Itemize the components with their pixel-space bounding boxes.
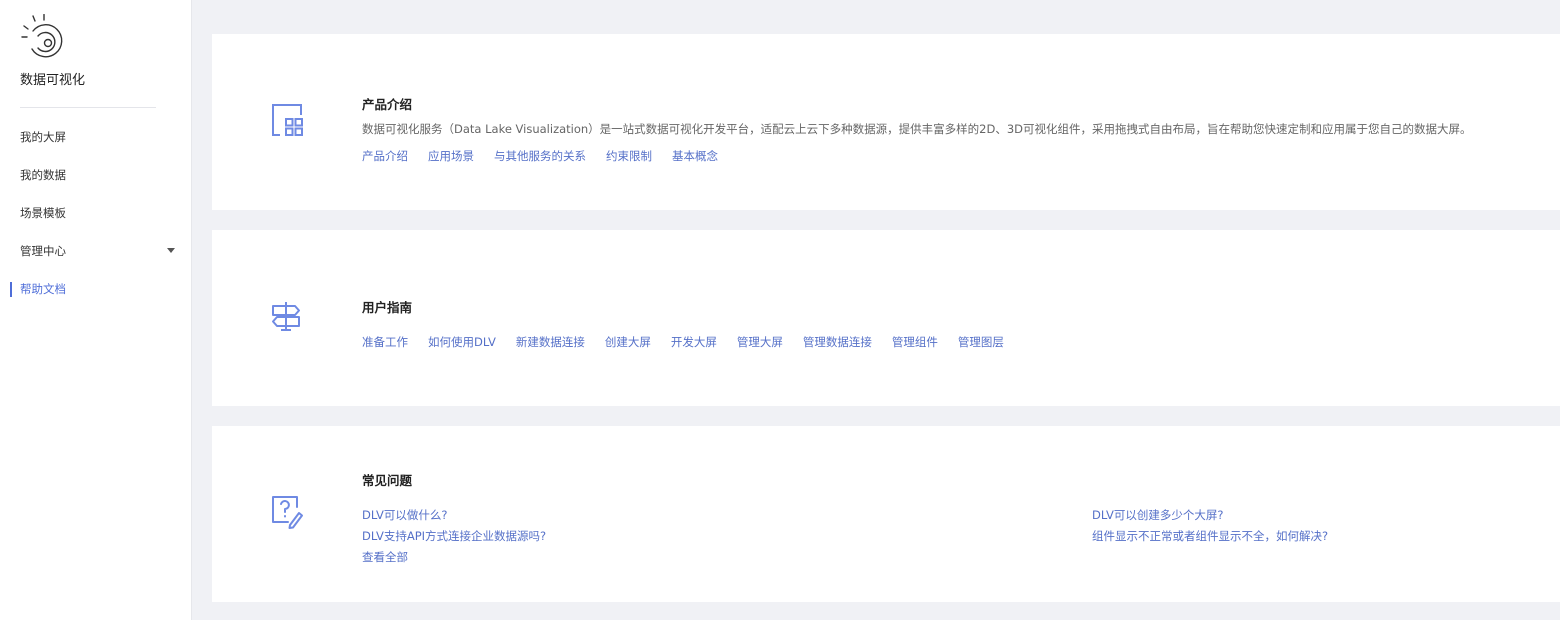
faq-card: 常见问题 DLV可以做什么? DLV支持API方式连接企业数据源吗? 查看全部 … (212, 426, 1560, 602)
intro-title: 产品介绍 (362, 97, 413, 112)
link-preparation[interactable]: 准备工作 (362, 334, 408, 350)
link-constraints[interactable]: 约束限制 (606, 148, 652, 164)
guide-title: 用户指南 (362, 300, 413, 315)
sidebar-item-label: 管理中心 (20, 244, 66, 258)
faq-link-view-all[interactable]: 查看全部 (362, 549, 408, 565)
link-develop-screen[interactable]: 开发大屏 (671, 334, 717, 350)
link-new-connection[interactable]: 新建数据连接 (516, 334, 585, 350)
question-edit-icon (272, 496, 303, 529)
link-create-screen[interactable]: 创建大屏 (605, 334, 651, 350)
app-title: 数据可视化 (20, 73, 86, 88)
faq-link-api-connection[interactable]: DLV支持API方式连接企业数据源吗? (362, 528, 546, 544)
sidebar-item-help-docs[interactable]: 帮助文档 (20, 279, 185, 299)
active-indicator (10, 282, 12, 297)
layout-grid-icon (272, 104, 303, 136)
faq-title: 常见问题 (362, 473, 413, 488)
sidebar-item-scene-templates[interactable]: 场景模板 (20, 203, 185, 223)
signpost-icon (272, 302, 300, 331)
guide-links: 准备工作 如何使用DLV 新建数据连接 创建大屏 开发大屏 管理大屏 管理数据连接 管理组件 管… (362, 334, 1024, 350)
sidebar-item-my-data[interactable]: 我的数据 (20, 165, 185, 185)
intro-card: 产品介绍 数据可视化服务（Data Lake Visualization）是一站… (212, 34, 1560, 210)
sidebar: 数据可视化 我的大屏 我的数据 场景模板 管理中心 帮助文档 (0, 0, 192, 620)
faq-link-screen-limit[interactable]: DLV可以创建多少个大屏? (1092, 507, 1223, 523)
sidebar-divider (20, 107, 156, 108)
link-basic-concepts[interactable]: 基本概念 (672, 148, 718, 164)
sidebar-item-my-screens[interactable]: 我的大屏 (20, 127, 185, 147)
eye-sun-icon (21, 14, 63, 58)
intro-links: 产品介绍 应用场景 与其他服务的关系 约束限制 基本概念 (362, 148, 738, 164)
link-manage-components[interactable]: 管理组件 (892, 334, 938, 350)
sidebar-item-management-center[interactable]: 管理中心 (20, 241, 185, 261)
logo (20, 14, 160, 64)
link-manage-layers[interactable]: 管理图层 (958, 334, 1004, 350)
guide-card: 用户指南 准备工作 如何使用DLV 新建数据连接 创建大屏 开发大屏 管理大屏 管理数据连接… (212, 230, 1560, 406)
link-use-cases[interactable]: 应用场景 (428, 148, 474, 164)
link-how-to-use[interactable]: 如何使用DLV (428, 334, 496, 350)
link-manage-screen[interactable]: 管理大屏 (737, 334, 783, 350)
chevron-down-icon (167, 248, 175, 253)
faq-link-what-can-dlv-do[interactable]: DLV可以做什么? (362, 507, 447, 523)
link-manage-connections[interactable]: 管理数据连接 (803, 334, 872, 350)
faq-link-display-issue[interactable]: 组件显示不正常或者组件显示不全，如何解决? (1092, 528, 1328, 544)
intro-description: 数据可视化服务（Data Lake Visualization）是一站式数据可视… (362, 122, 1472, 136)
link-related-services[interactable]: 与其他服务的关系 (494, 148, 586, 164)
link-product-intro[interactable]: 产品介绍 (362, 148, 408, 164)
